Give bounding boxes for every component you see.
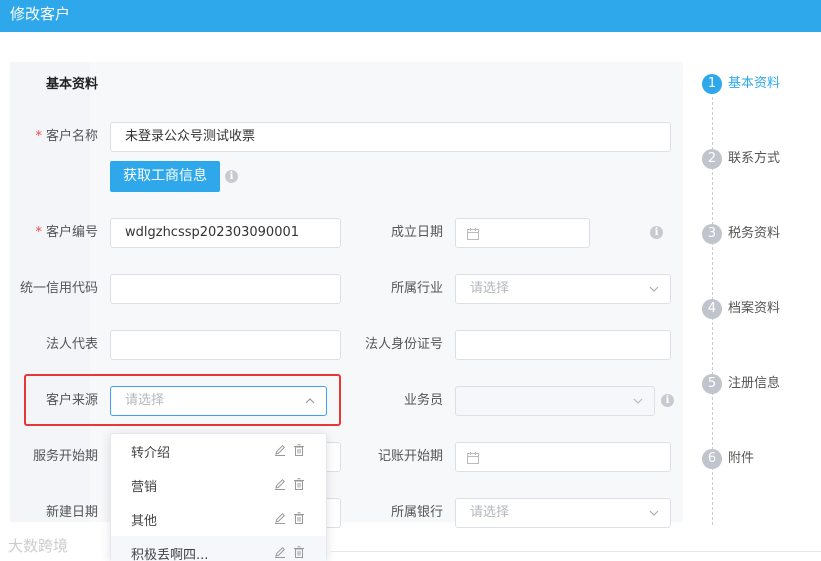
credit-code-input[interactable]	[110, 274, 341, 304]
service-start-label: 服务开始期	[32, 449, 98, 464]
legal-id-input[interactable]	[455, 330, 671, 360]
establish-date-label: 成立日期	[390, 225, 443, 240]
step-2-label[interactable]: 联系方式	[728, 149, 780, 169]
section-title: 基本资料	[46, 77, 99, 92]
delete-icon[interactable]	[292, 443, 306, 457]
dropdown-option[interactable]: 其他	[111, 502, 326, 536]
edit-icon[interactable]	[273, 511, 287, 525]
watermark: 大数跨境	[8, 537, 69, 555]
step-5-number[interactable]: 5	[702, 374, 722, 394]
window-title: 修改客户	[10, 5, 71, 23]
dropdown-option[interactable]: 营销	[111, 468, 326, 502]
industry-select[interactable]: 请选择	[455, 274, 671, 304]
calendar-icon	[467, 228, 479, 240]
legal-rep-input[interactable]	[110, 330, 341, 360]
industry-placeholder: 请选择	[470, 281, 510, 296]
establish-date-input[interactable]	[455, 218, 590, 248]
industry-label: 所属行业	[390, 281, 443, 296]
info-icon[interactable]: i	[225, 170, 238, 183]
step-5-label[interactable]: 注册信息	[728, 374, 780, 394]
step-1-number[interactable]: 1	[702, 74, 722, 94]
edit-icon[interactable]	[273, 545, 287, 559]
credit-code-label: 统一信用代码	[19, 281, 98, 296]
step-3-label[interactable]: 税务资料	[728, 224, 780, 244]
bank-placeholder: 请选择	[470, 505, 510, 520]
delete-icon[interactable]	[292, 511, 306, 525]
accounting-start-label: 记账开始期	[377, 449, 443, 464]
salesman-label: 业务员	[403, 393, 443, 408]
info-icon[interactable]: i	[650, 226, 663, 239]
step-6-number[interactable]: 6	[702, 449, 722, 469]
create-date-label: 新建日期	[45, 505, 98, 520]
customer-code-input[interactable]: wdlgzhcssp202303090001	[110, 218, 341, 248]
edit-icon[interactable]	[273, 443, 287, 457]
window-title-bar: 修改客户	[0, 0, 821, 32]
bank-label: 所属银行	[390, 505, 443, 520]
step-2-number[interactable]: 2	[702, 149, 722, 169]
calendar-icon	[467, 452, 479, 464]
delete-icon[interactable]	[292, 545, 306, 559]
customer-name-input[interactable]: 未登录公众号测试收票	[110, 122, 671, 152]
dropdown-option[interactable]: 转介绍	[111, 434, 326, 468]
customer-name-label: * 客户名称	[35, 129, 98, 144]
footer-divider	[330, 551, 821, 552]
accounting-start-input[interactable]	[455, 442, 671, 472]
step-6-label[interactable]: 附件	[728, 449, 754, 469]
salesman-select[interactable]	[455, 386, 655, 416]
customer-code-label: * 客户编号	[35, 225, 98, 240]
bank-select[interactable]: 请选择	[455, 498, 671, 528]
edit-icon[interactable]	[273, 477, 287, 491]
chevron-up-icon	[305, 398, 315, 404]
step-3-number[interactable]: 3	[702, 224, 722, 244]
chevron-down-icon	[633, 398, 643, 404]
step-4-label[interactable]: 档案资料	[728, 299, 780, 319]
chevron-down-icon	[649, 510, 659, 516]
step-1-label[interactable]: 基本资料	[728, 74, 780, 94]
source-select[interactable]: 请选择	[110, 386, 327, 416]
info-icon[interactable]: i	[661, 394, 674, 407]
legal-rep-label: 法人代表	[45, 337, 98, 352]
source-placeholder: 请选择	[125, 393, 165, 408]
legal-id-label: 法人身份证号	[364, 337, 443, 352]
delete-icon[interactable]	[292, 477, 306, 491]
source-label: 客户来源	[45, 393, 98, 408]
fetch-business-info-button[interactable]: 获取工商信息	[110, 161, 220, 192]
dropdown-option[interactable]: 积极丢啊四...	[111, 536, 326, 561]
step-4-number[interactable]: 4	[702, 299, 722, 319]
chevron-down-icon	[649, 286, 659, 292]
source-dropdown: 转介绍 营销 其他 积极丢啊四...	[110, 433, 327, 561]
